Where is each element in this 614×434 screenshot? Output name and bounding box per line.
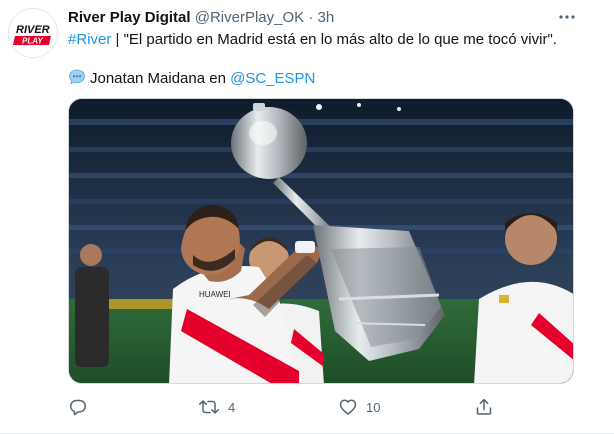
display-name[interactable]: River Play Digital — [68, 9, 191, 26]
timestamp[interactable]: 3h — [318, 9, 335, 26]
separator: · — [308, 9, 314, 26]
tweet-text-line-2: Jonatan Maidana en @SC_ESPN — [68, 68, 315, 88]
speech-bubble-icon — [68, 68, 86, 92]
retweet-button[interactable]: 4 — [198, 394, 235, 420]
play-logo-text: PLAY — [22, 37, 43, 46]
jersey-sponsor: HUAWEI — [199, 290, 231, 299]
tweet[interactable]: RIVER PLAY River Play Digital @RiverPlay… — [0, 0, 614, 434]
reply-icon — [69, 399, 87, 416]
retweet-icon — [199, 400, 219, 414]
credit-text: Jonatan Maidana en — [90, 70, 231, 87]
more-options-button[interactable] — [556, 6, 578, 28]
mention-link[interactable]: @SC_ESPN — [230, 70, 315, 87]
share-icon — [476, 398, 492, 415]
river-play-logo: RIVER PLAY — [9, 9, 57, 57]
like-icon — [339, 399, 357, 415]
like-count: 10 — [366, 399, 381, 415]
tweet-header: River Play Digital @RiverPlay_OK · 3h — [68, 8, 548, 28]
user-handle[interactable]: @RiverPlay_OK — [195, 9, 304, 26]
tweet-actions: 4 10 — [68, 394, 508, 420]
reply-button[interactable] — [68, 394, 96, 420]
more-icon — [559, 15, 575, 19]
tweet-text-line-1: #River | "El partido en Madrid está en l… — [68, 30, 588, 50]
trophy-celebration-photo: HUAWEI — [69, 99, 573, 383]
hashtag-link[interactable]: #River — [68, 31, 111, 48]
tweet-photo[interactable]: HUAWEI — [68, 98, 574, 384]
river-logo-text: RIVER — [16, 24, 50, 36]
retweet-count: 4 — [228, 399, 236, 415]
share-button[interactable] — [474, 394, 494, 420]
like-button[interactable]: 10 — [338, 394, 380, 420]
avatar[interactable]: RIVER PLAY — [8, 8, 58, 58]
tweet-text: #River | "El partido en Madrid está en l… — [68, 30, 588, 87]
quote-text: | "El partido en Madrid está en lo más a… — [111, 31, 557, 48]
